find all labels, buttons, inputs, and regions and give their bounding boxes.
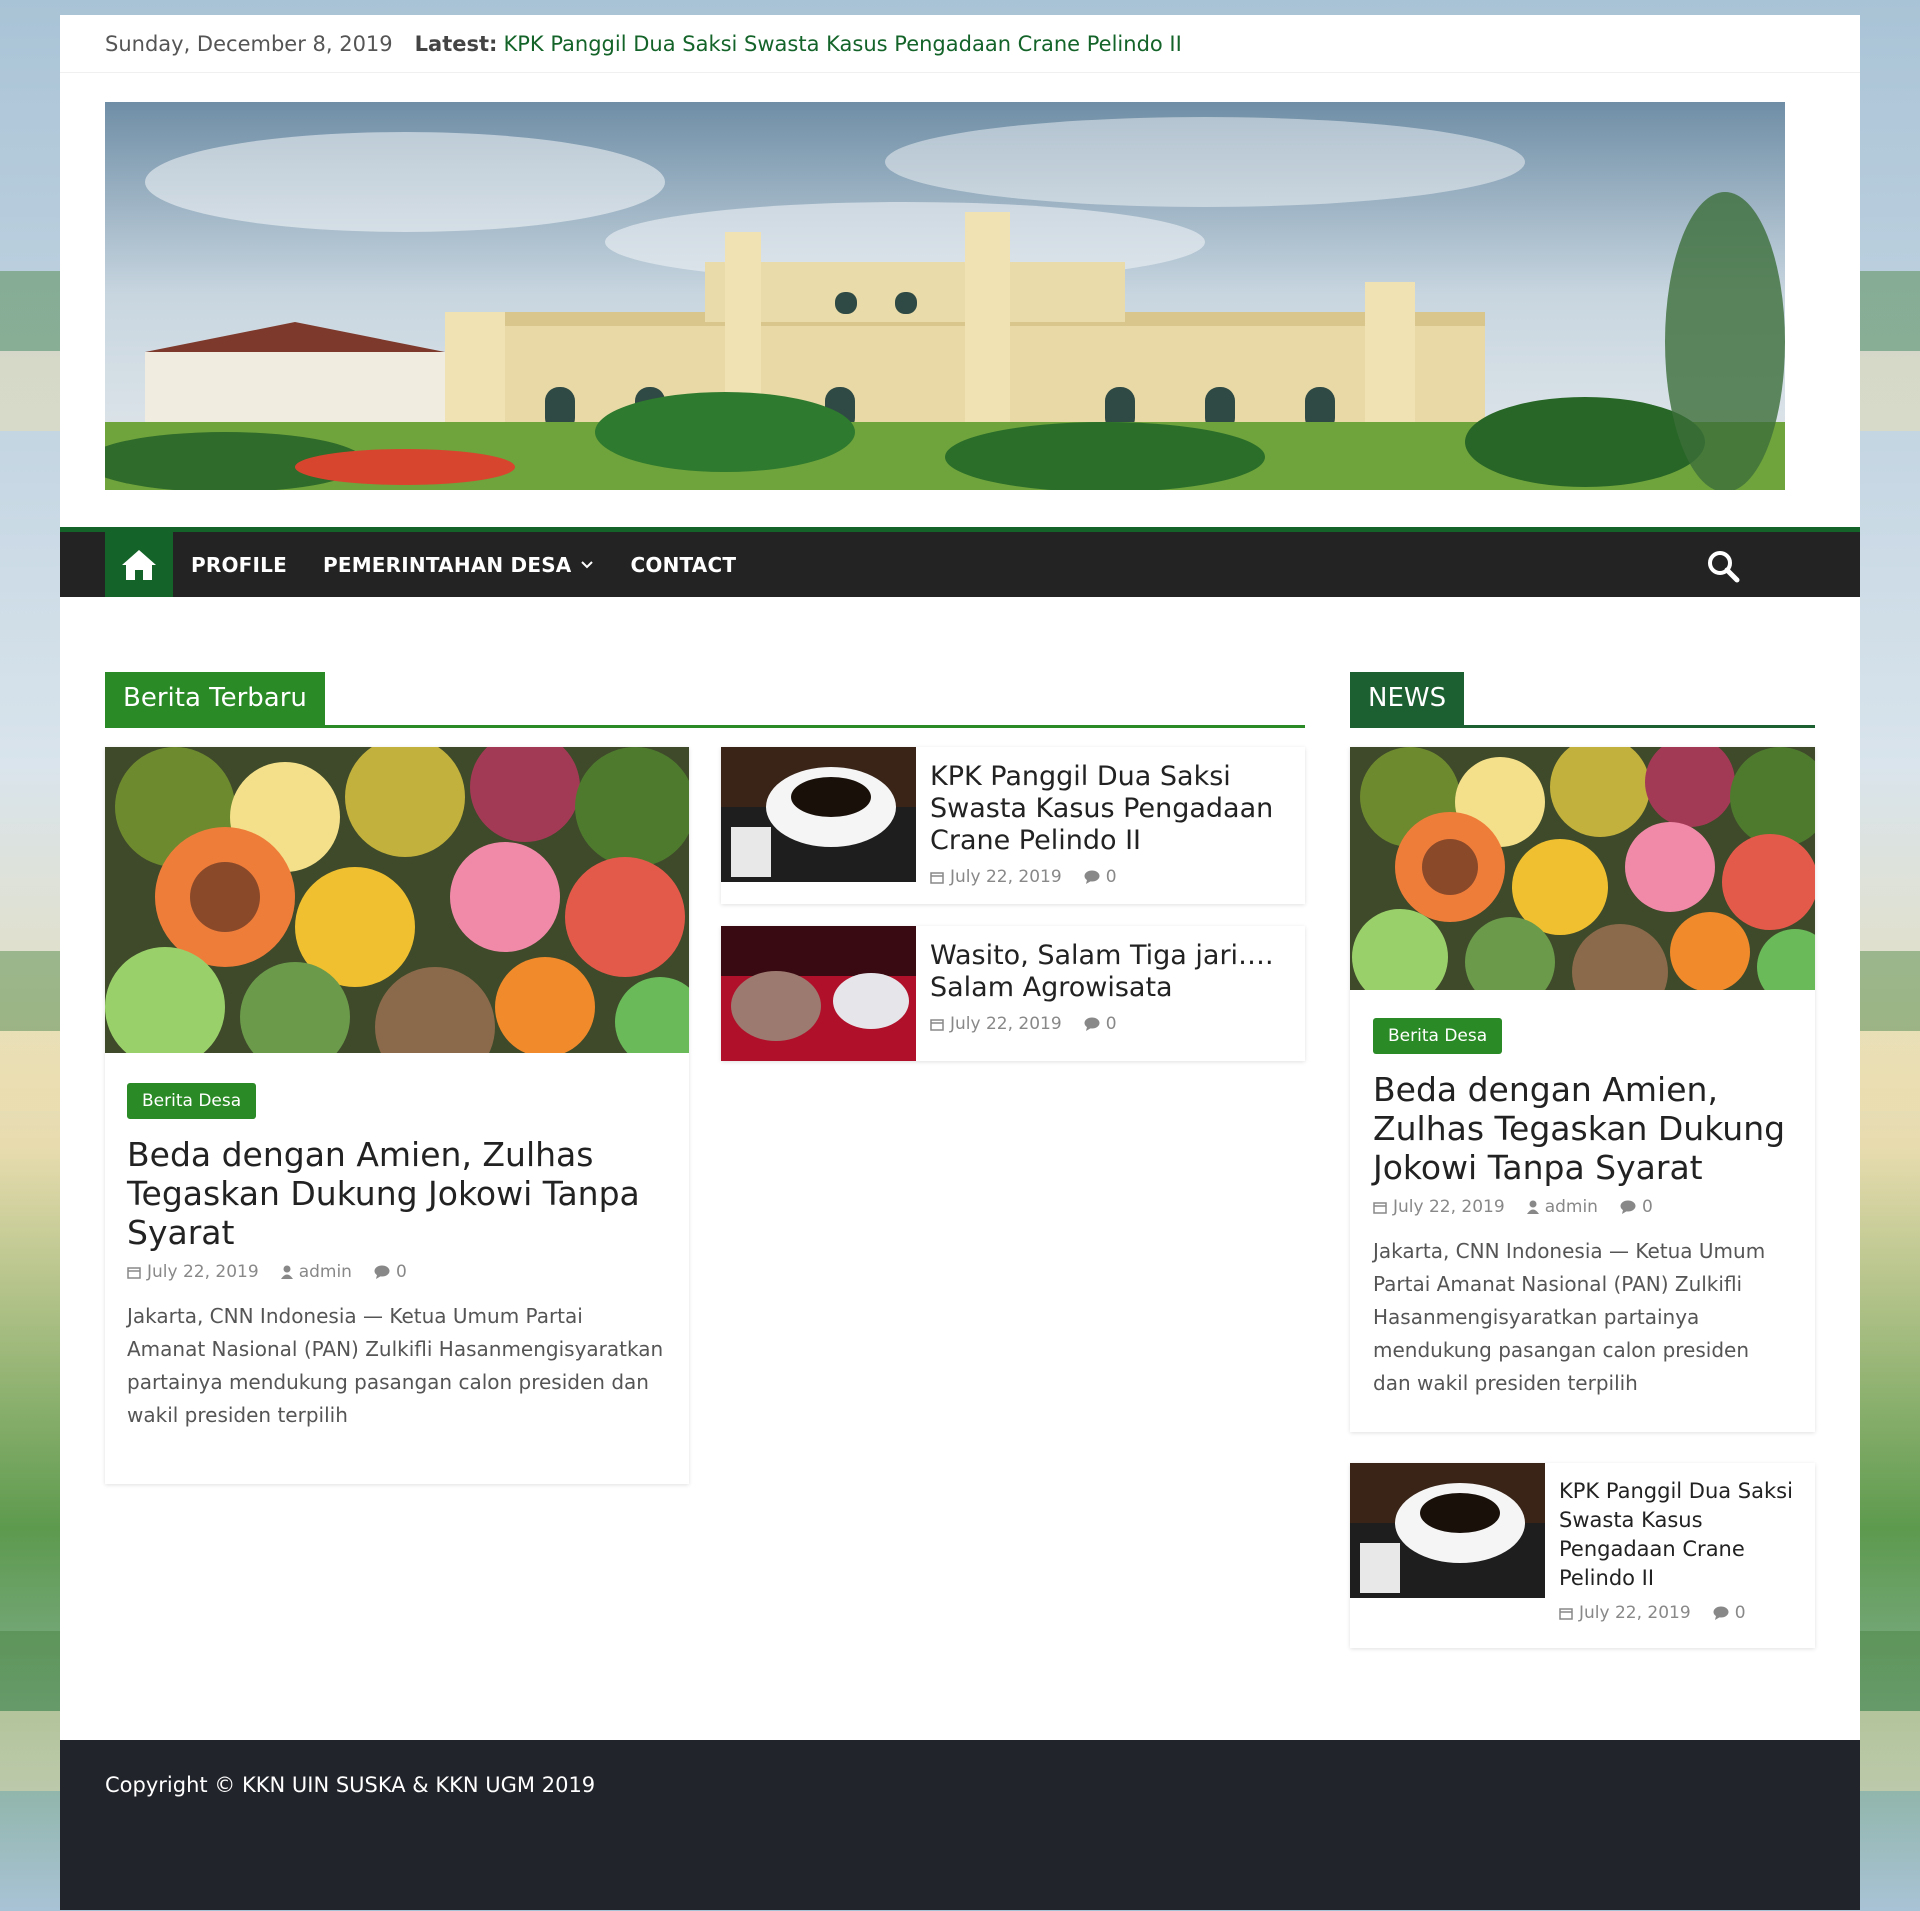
latest-news-link[interactable]: KPK Panggil Dua Saksi Swasta Kasus Penga… <box>503 32 1181 56</box>
news-post-title[interactable]: Beda dengan Amien, Zulhas Tegaskan Dukun… <box>1373 1070 1792 1187</box>
post-excerpt: Jakarta, CNN Indonesia — Ketua Umum Part… <box>1373 1239 1766 1395</box>
post-comments[interactable]: 0 <box>1084 867 1117 887</box>
calendar-icon <box>1373 1202 1387 1214</box>
news-featured-card: Berita Desa Beda dengan Amien, Zulhas Te… <box>1350 747 1815 1432</box>
comment-icon <box>1084 1017 1100 1031</box>
comment-icon <box>1620 1200 1636 1214</box>
post-date[interactable]: July 22, 2019 <box>1559 1603 1691 1623</box>
list-item: Wasito, Salam Tiga jari…. Salam Agrowisa… <box>721 926 1305 1061</box>
nav-item-profile[interactable]: PROFILE <box>191 553 287 577</box>
post-date[interactable]: July 22, 2019 <box>127 1262 259 1282</box>
post-date[interactable]: July 22, 2019 <box>930 867 1062 887</box>
post-excerpt: Jakarta, CNN Indonesia — Ketua Umum Part… <box>127 1304 664 1427</box>
calendar-icon <box>1559 1608 1573 1620</box>
post-meta: July 22, 2019 0 <box>930 867 1291 887</box>
post-thumbnail[interactable] <box>721 747 916 882</box>
current-date: Sunday, December 8, 2019 <box>105 31 393 56</box>
site-footer: Copyright © KKN UIN SUSKA & KKN UGM 2019 <box>60 1740 1860 1910</box>
featured-post-title[interactable]: Beda dengan Amien, Zulhas Tegaskan Dukun… <box>127 1135 667 1252</box>
comment-icon <box>1713 1606 1729 1620</box>
home-icon <box>122 549 156 580</box>
post-author[interactable]: admin <box>280 1262 352 1282</box>
featured-post-image[interactable] <box>105 747 689 1053</box>
post-meta: July 22, 2019 0 <box>930 1014 1291 1034</box>
user-icon <box>1526 1200 1539 1214</box>
category-badge[interactable]: Berita Desa <box>127 1083 257 1119</box>
home-button[interactable] <box>105 532 173 597</box>
post-thumbnail[interactable] <box>1350 1463 1545 1598</box>
post-comments[interactable]: 0 <box>374 1262 407 1282</box>
list-item: KPK Panggil Dua Saksi Swasta Kasus Penga… <box>721 747 1305 904</box>
search-icon <box>1708 551 1740 583</box>
header-banner-image[interactable] <box>105 102 1785 490</box>
chevron-down-icon <box>581 560 594 568</box>
post-meta: July 22, 2019 0 <box>1559 1603 1801 1623</box>
category-badge[interactable]: Berita Desa <box>1373 1018 1503 1054</box>
post-thumbnail[interactable] <box>721 926 916 1061</box>
berita-terbaru-heading: Berita Terbaru <box>105 672 1305 728</box>
main-navigation: PROFILE PEMERINTAHAN DESA CONTACT <box>60 527 1860 597</box>
post-title[interactable]: KPK Panggil Dua Saksi Swasta Kasus Penga… <box>1559 1477 1801 1593</box>
post-date[interactable]: July 22, 2019 <box>930 1014 1062 1034</box>
post-meta: July 22, 2019 admin 0 <box>1373 1197 1792 1217</box>
copyright-text: Copyright © KKN UIN SUSKA & KKN UGM 2019 <box>105 1773 596 1797</box>
nav-item-pemerintahan-desa[interactable]: PEMERINTAHAN DESA <box>323 553 595 577</box>
news-heading: NEWS <box>1350 672 1815 728</box>
post-date[interactable]: July 22, 2019 <box>1373 1197 1505 1217</box>
post-author[interactable]: admin <box>1526 1197 1598 1217</box>
post-title[interactable]: Wasito, Salam Tiga jari…. Salam Agrowisa… <box>930 940 1291 1004</box>
latest-label: Latest: <box>414 31 498 56</box>
top-bar: Sunday, December 8, 2019 Latest: KPK Pan… <box>60 15 1860 73</box>
news-featured-image[interactable] <box>1350 747 1815 990</box>
section-title: NEWS <box>1350 672 1465 725</box>
calendar-icon <box>127 1267 141 1279</box>
featured-post-card: Berita Desa Beda dengan Amien, Zulhas Te… <box>105 747 689 1484</box>
post-title[interactable]: KPK Panggil Dua Saksi Swasta Kasus Penga… <box>930 761 1291 857</box>
comment-icon <box>374 1265 390 1279</box>
post-meta: July 22, 2019 admin 0 <box>127 1262 667 1282</box>
post-comments[interactable]: 0 <box>1713 1603 1746 1623</box>
list-item: KPK Panggil Dua Saksi Swasta Kasus Penga… <box>1350 1463 1815 1648</box>
nav-item-contact[interactable]: CONTACT <box>630 553 736 577</box>
calendar-icon <box>930 1019 944 1031</box>
search-button[interactable] <box>1706 549 1740 583</box>
page-container: Sunday, December 8, 2019 Latest: KPK Pan… <box>60 15 1860 1910</box>
section-title: Berita Terbaru <box>105 672 325 725</box>
calendar-icon <box>930 872 944 884</box>
post-comments[interactable]: 0 <box>1620 1197 1653 1217</box>
post-comments[interactable]: 0 <box>1084 1014 1117 1034</box>
comment-icon <box>1084 870 1100 884</box>
user-icon <box>280 1265 293 1279</box>
